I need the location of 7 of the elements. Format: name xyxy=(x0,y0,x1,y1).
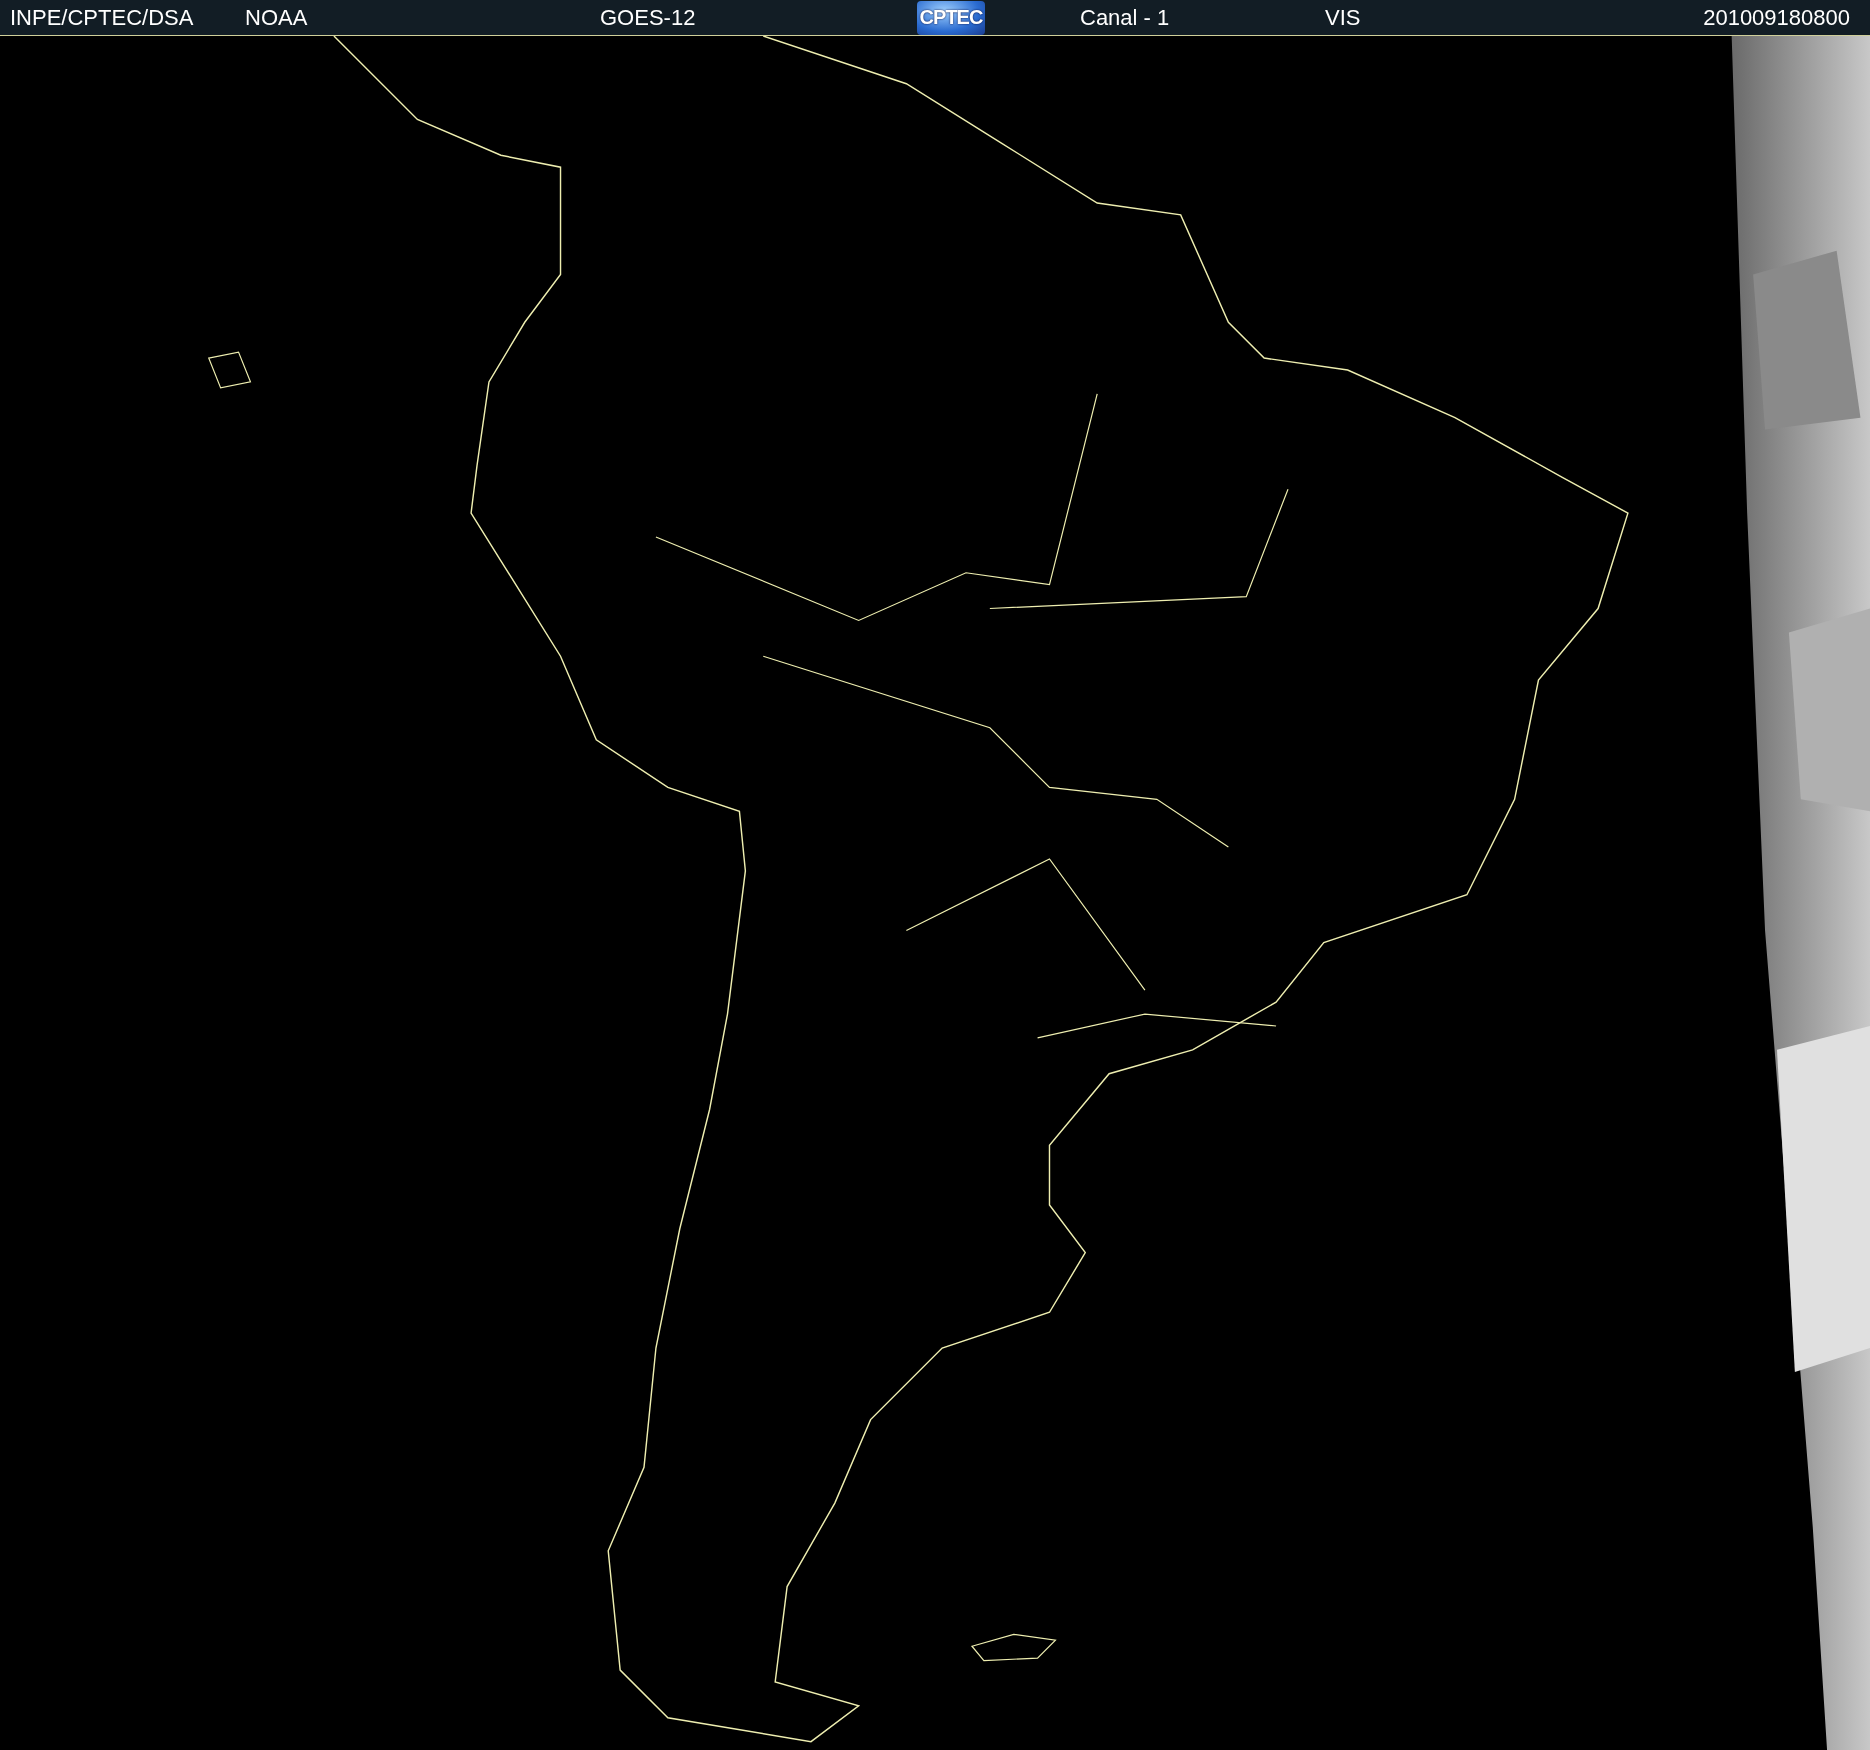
satellite-label: GOES-12 xyxy=(600,4,696,31)
timestamp-label: 201009180800 xyxy=(1703,4,1850,31)
logo: CPTEC xyxy=(917,0,985,35)
agency-label: INPE/CPTEC/DSA xyxy=(10,4,194,31)
band-label: VIS xyxy=(1325,4,1361,31)
source-label: NOAA xyxy=(245,4,308,31)
channel-label: Canal - 1 xyxy=(1080,4,1170,31)
